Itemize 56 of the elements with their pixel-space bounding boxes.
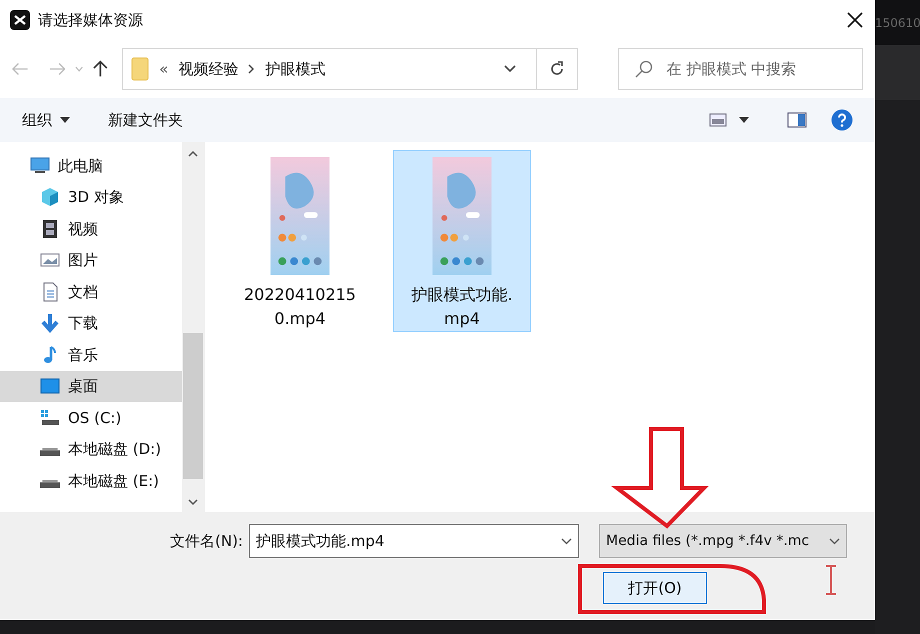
film-icon <box>40 218 60 239</box>
background-text: 150610 <box>875 16 920 30</box>
filename-label: 文件名(N): <box>170 530 243 552</box>
toolbar-button[interactable]: 组织 <box>22 108 70 132</box>
folder-icon <box>131 57 150 81</box>
open-button[interactable]: 打开(O) <box>603 572 707 604</box>
sidebar-item[interactable]: 文档 <box>0 276 182 308</box>
drive-icon <box>40 480 60 488</box>
overflow-chevron[interactable]: « <box>159 58 168 80</box>
search-icon <box>634 60 653 78</box>
sidebar-item[interactable]: 视频 <box>0 213 182 244</box>
toolbar-button[interactable]: 新建文件夹 <box>108 108 183 132</box>
drive-icon <box>40 448 60 456</box>
scrollbar-thumb[interactable] <box>183 333 203 479</box>
sidebar-item[interactable]: 音乐 <box>0 339 182 370</box>
file-name: 护眼模式功能. mp4 <box>411 284 513 330</box>
sidebar-item[interactable]: 本地磁盘 (D:) <box>0 434 182 465</box>
sidebar-item[interactable]: 图片 <box>0 244 182 276</box>
refresh-button[interactable] <box>537 48 578 90</box>
cube-icon <box>40 187 60 208</box>
scroll-up-icon[interactable] <box>188 150 198 157</box>
sidebar-item[interactable]: 桌面 <box>0 370 182 402</box>
caret-icon[interactable] <box>739 117 749 123</box>
drive-icon <box>40 408 60 428</box>
close-icon[interactable] <box>847 12 863 28</box>
filename-field[interactable]: 护眼模式功能.mp4 <box>248 524 579 558</box>
file-name: 20220410215 0.mp4 <box>244 284 356 330</box>
desktop-icon <box>40 376 60 396</box>
chevron-down-icon[interactable] <box>504 65 516 73</box>
search-field[interactable]: 在 护眼模式 中搜索 <box>618 48 863 90</box>
sidebar-item[interactable]: 3D 对象 <box>0 182 182 213</box>
sidebar-item[interactable]: 本地磁盘 (E:) <box>0 465 182 496</box>
breadcrumb-item[interactable]: 护眼模式 <box>265 58 326 80</box>
download-icon <box>40 313 60 334</box>
help-icon[interactable] <box>831 109 853 131</box>
chevron-down-icon[interactable] <box>560 538 572 544</box>
view-icon[interactable] <box>709 113 727 127</box>
sidebar-item[interactable]: 此电脑 <box>0 150 182 182</box>
address-bar[interactable]: « 视频经验 护眼模式 <box>122 48 538 90</box>
file-type-dropdown[interactable]: Media files (*.mpg *.f4v *.mc <box>598 524 847 558</box>
file-item[interactable]: 20220410215 0.mp4 <box>231 150 369 332</box>
computer-icon <box>30 156 50 176</box>
sidebar-item[interactable]: 下载 <box>0 308 182 339</box>
file-item[interactable]: 护眼模式功能. mp4 <box>393 150 531 332</box>
sidebar-item[interactable]: OS (C:) <box>0 402 182 434</box>
caret-icon <box>60 117 70 123</box>
cursor-icon <box>825 565 837 595</box>
app-icon <box>10 10 30 30</box>
refresh-icon <box>548 61 565 77</box>
breadcrumb-item[interactable]: 视频经验 <box>178 58 238 80</box>
chevron-down-icon <box>828 538 840 544</box>
chevron-right-icon <box>248 64 256 74</box>
up-arrow-icon[interactable] <box>93 60 108 78</box>
scroll-down-icon[interactable] <box>188 499 198 506</box>
preview-pane-icon[interactable] <box>787 112 807 128</box>
window-title: 请选择媒体资源 <box>38 10 143 31</box>
